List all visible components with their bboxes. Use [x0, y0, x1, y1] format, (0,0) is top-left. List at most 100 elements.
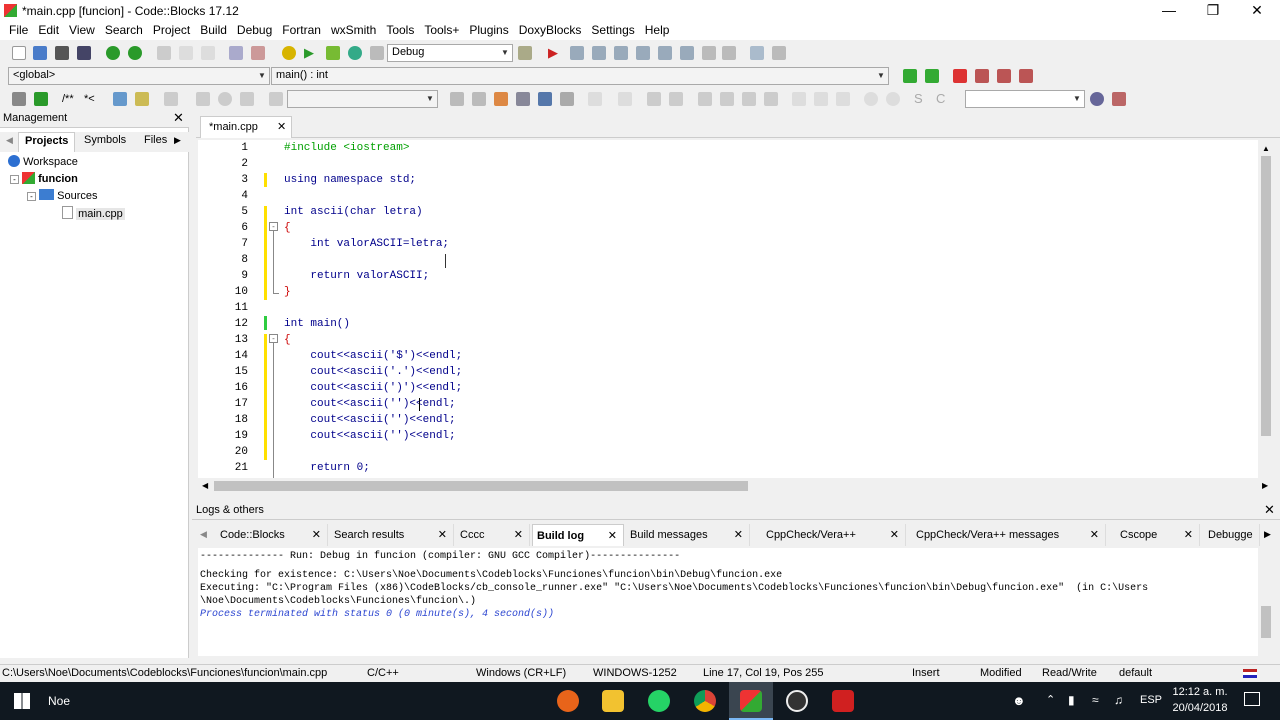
regex-icon[interactable]	[560, 92, 574, 106]
step-instruction-icon[interactable]	[680, 46, 694, 60]
crop-icon[interactable]	[669, 92, 683, 106]
editor-vertical-scrollbar[interactable]: ▲	[1258, 140, 1274, 478]
clear-bookmarks-icon[interactable]	[1019, 69, 1033, 83]
close-tab-icon[interactable]: ✕	[514, 528, 523, 541]
volume-icon[interactable]: ♫	[1114, 693, 1123, 707]
menu-file[interactable]: File	[4, 22, 33, 40]
clear-icon[interactable]	[269, 92, 283, 106]
layout-1-icon[interactable]	[792, 92, 806, 106]
comment-icon[interactable]: /**	[62, 92, 76, 106]
undo-icon[interactable]	[106, 46, 120, 60]
jump-mid-icon[interactable]	[218, 92, 232, 106]
menu-wxsmith[interactable]: wxSmith	[326, 22, 381, 40]
menu-doxyblocks[interactable]: DoxyBlocks	[514, 22, 587, 40]
close-tab-icon[interactable]: ✕	[734, 528, 743, 541]
toggle-bookmark-icon[interactable]	[953, 69, 967, 83]
whatsapp-icon[interactable]	[648, 690, 670, 712]
tab-projects[interactable]: Projects	[18, 132, 76, 152]
show-target-dialog-icon[interactable]	[518, 46, 532, 60]
find-icon[interactable]	[229, 46, 243, 60]
windows-start-icon[interactable]	[14, 693, 30, 709]
debug-info-icon[interactable]	[772, 46, 786, 60]
tree-file[interactable]: main.cpp	[62, 206, 125, 220]
paste-icon[interactable]	[201, 46, 215, 60]
menu-build[interactable]: Build	[195, 22, 232, 40]
tree-folder[interactable]: - Sources	[27, 189, 97, 202]
search-combo[interactable]: ▼	[287, 90, 438, 108]
match-case-icon[interactable]	[538, 92, 552, 106]
tab-scroll-right-icon[interactable]: ▶	[1264, 529, 1271, 540]
select-icon[interactable]	[588, 92, 602, 106]
back-icon[interactable]	[450, 92, 464, 106]
stop-debug-icon[interactable]	[722, 46, 736, 60]
scroll-up-icon[interactable]: ▲	[1262, 144, 1270, 153]
collapse-icon[interactable]: -	[27, 192, 36, 201]
chevron-up-icon[interactable]: ⌃	[1046, 693, 1055, 706]
build-target-select[interactable]: Debug ▼	[387, 44, 513, 62]
close-tab-icon[interactable]: ✕	[608, 529, 617, 542]
clock-date[interactable]: 20/04/2018	[1170, 702, 1230, 714]
stream-comment-icon[interactable]: *<	[84, 92, 98, 106]
jump-forward-icon[interactable]	[925, 69, 939, 83]
fold-icon[interactable]: -	[269, 334, 278, 343]
tab-files[interactable]: Files	[138, 132, 173, 152]
jump-last-icon[interactable]	[240, 92, 254, 106]
s-icon[interactable]: S	[914, 92, 928, 106]
scroll-thumb[interactable]	[1261, 606, 1271, 638]
close-logs-icon[interactable]: ✕	[1264, 502, 1275, 518]
minimize-icon[interactable]: —	[1146, 0, 1192, 22]
close-tab-icon[interactable]: ✕	[1184, 528, 1193, 541]
debug-run-icon[interactable]: ▶	[548, 46, 562, 60]
firefox-icon[interactable]	[557, 690, 579, 712]
run-to-cursor-icon[interactable]	[570, 46, 584, 60]
tab-build-log[interactable]: Build log ✕	[532, 524, 624, 546]
step-into-icon[interactable]	[614, 46, 628, 60]
symbol-search-combo[interactable]: ▼	[965, 90, 1085, 108]
menu-project[interactable]: Project	[148, 22, 195, 40]
run-small-icon[interactable]	[34, 92, 48, 106]
collapse-icon[interactable]: -	[10, 175, 19, 184]
tab-cppcheck-vera-messages[interactable]: CppCheck/Vera++ messages ✕	[912, 524, 1106, 546]
rect-icon[interactable]	[618, 92, 632, 106]
editor-horizontal-scrollbar[interactable]: ◀ ▶	[198, 478, 1268, 494]
tab-main-cpp[interactable]: *main.cpp ✕	[200, 116, 292, 138]
language-indicator[interactable]: ESP	[1140, 694, 1162, 706]
next-line-icon[interactable]	[592, 46, 606, 60]
tab-debugger[interactable]: Debugge	[1204, 524, 1260, 546]
image-icon[interactable]	[647, 92, 661, 106]
next-bookmark-icon[interactable]	[997, 69, 1011, 83]
scroll-thumb[interactable]	[214, 481, 748, 491]
chrome-icon[interactable]	[694, 690, 716, 712]
battery-icon[interactable]: ▮	[1068, 693, 1075, 707]
redo-icon[interactable]	[128, 46, 142, 60]
scroll-left-icon[interactable]: ◀	[202, 481, 208, 490]
run-icon[interactable]: ▶	[304, 46, 318, 60]
cut-icon[interactable]	[157, 46, 171, 60]
save-icon[interactable]	[55, 46, 69, 60]
search-icon[interactable]	[1090, 92, 1104, 106]
build-gear-icon[interactable]	[282, 46, 296, 60]
next-instruction-icon[interactable]	[658, 46, 672, 60]
fold-icon[interactable]: -	[269, 222, 278, 231]
layout-2-icon[interactable]	[814, 92, 828, 106]
doxywizard-icon[interactable]	[135, 92, 149, 106]
align-icon[interactable]	[698, 92, 712, 106]
step-out-icon[interactable]	[636, 46, 650, 60]
tab-symbols[interactable]: Symbols	[78, 132, 132, 152]
highlight-icon[interactable]	[494, 92, 508, 106]
doxyblocks-icon[interactable]	[113, 92, 127, 106]
build-log-output[interactable]: -------------- Run: Debug in funcion (co…	[198, 548, 1258, 656]
close-panel-icon[interactable]: ✕	[173, 110, 184, 126]
debug-windows-icon[interactable]	[750, 46, 764, 60]
people-icon[interactable]: ☻	[1012, 693, 1026, 708]
rebuild-icon[interactable]	[348, 46, 362, 60]
abort-icon[interactable]	[370, 46, 384, 60]
build-and-run-icon[interactable]	[326, 46, 340, 60]
menu-tools[interactable]: Tools	[381, 22, 419, 40]
layout-3-icon[interactable]	[836, 92, 850, 106]
forward-icon[interactable]	[472, 92, 486, 106]
code-editor[interactable]: - - 1 #include <iostream> 2 3 using name…	[198, 140, 1260, 478]
tab-scroll-left-icon[interactable]: ◀	[6, 135, 13, 146]
replace-icon[interactable]	[251, 46, 265, 60]
selected-text-icon[interactable]	[516, 92, 530, 106]
